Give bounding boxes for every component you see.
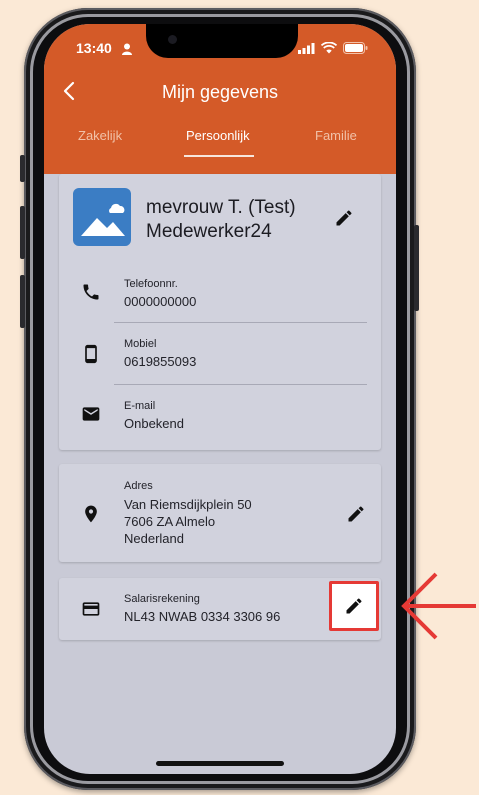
signal-icon bbox=[298, 41, 315, 57]
contact-value: 0000000000 bbox=[124, 294, 197, 309]
profile-name-line1: mevrouw T. (Test) bbox=[146, 197, 296, 218]
phone-volume-up bbox=[20, 206, 25, 259]
app-header: 13:40 Mijn gegevens Zakelijk Persoonlijk… bbox=[44, 24, 396, 174]
edit-bank-account-button[interactable] bbox=[329, 581, 379, 631]
page-title: Mijn gegevens bbox=[161, 82, 279, 102]
profile-name-line2: Medewerker24 bbox=[146, 221, 272, 242]
battery-icon bbox=[343, 41, 368, 57]
mail-icon bbox=[81, 404, 101, 424]
edit-profile-icon[interactable] bbox=[334, 208, 356, 230]
phone-icon bbox=[81, 282, 101, 302]
active-tab-indicator bbox=[184, 155, 254, 157]
tab-persoonlijk[interactable]: Persoonlijk bbox=[186, 128, 250, 143]
divider bbox=[114, 384, 367, 385]
front-camera bbox=[168, 35, 177, 44]
profile-image-placeholder-icon[interactable] bbox=[73, 188, 131, 246]
contact-row-email: E-mail Onbekend bbox=[59, 390, 381, 450]
bank-label: Salarisrekening bbox=[124, 593, 200, 605]
credit-card-icon bbox=[81, 599, 101, 619]
address-line2: 7606 ZA Almelo bbox=[124, 514, 216, 529]
divider bbox=[114, 322, 367, 323]
profile-card: mevrouw T. (Test) Medewerker24 Telefoonn… bbox=[59, 174, 381, 450]
phone-notch bbox=[146, 24, 298, 58]
status-time: 13:40 bbox=[76, 40, 112, 56]
contact-row-mobile: Mobiel 0619855093 bbox=[59, 329, 381, 389]
edit-address-icon[interactable] bbox=[346, 504, 368, 526]
bank-value: NL43 NWAB 0334 3306 96 bbox=[124, 609, 281, 624]
contact-label: Mobiel bbox=[124, 338, 157, 350]
location-pin-icon bbox=[81, 504, 101, 524]
phone-volume-down bbox=[20, 275, 25, 328]
phone-mute-switch bbox=[20, 155, 25, 182]
contact-value: Onbekend bbox=[124, 416, 184, 431]
address-label: Adres bbox=[124, 480, 153, 492]
smartphone-icon bbox=[81, 344, 101, 364]
phone-power-button bbox=[414, 225, 419, 311]
address-lines: Van Riemsdijkplein 50 7606 ZA Almelo Ned… bbox=[124, 496, 252, 547]
contact-row-phone: Telefoonnr. 0000000000 bbox=[59, 269, 381, 329]
tab-bar: Zakelijk Persoonlijk Familie bbox=[44, 128, 396, 158]
pointer-arrow-icon bbox=[398, 570, 478, 642]
tab-familie[interactable]: Familie bbox=[315, 128, 357, 143]
person-icon bbox=[122, 42, 132, 55]
address-card: Adres Van Riemsdijkplein 50 7606 ZA Alme… bbox=[59, 464, 381, 562]
profile-name: mevrouw T. (Test) Medewerker24 bbox=[146, 196, 296, 244]
status-icons bbox=[298, 41, 368, 57]
tab-zakelijk[interactable]: Zakelijk bbox=[78, 128, 122, 143]
contact-label: E-mail bbox=[124, 400, 156, 412]
home-indicator[interactable] bbox=[156, 761, 284, 766]
edit-pencil-icon bbox=[344, 596, 364, 616]
address-line1: Van Riemsdijkplein 50 bbox=[124, 497, 252, 512]
contact-label: Telefoonnr. bbox=[124, 278, 178, 290]
address-line3: Nederland bbox=[124, 531, 184, 546]
app-screen: 13:40 Mijn gegevens Zakelijk Persoonlijk… bbox=[44, 24, 396, 774]
wifi-icon bbox=[320, 41, 338, 57]
title-bar: Mijn gegevens bbox=[44, 80, 396, 110]
contact-value: 0619855093 bbox=[124, 354, 197, 369]
